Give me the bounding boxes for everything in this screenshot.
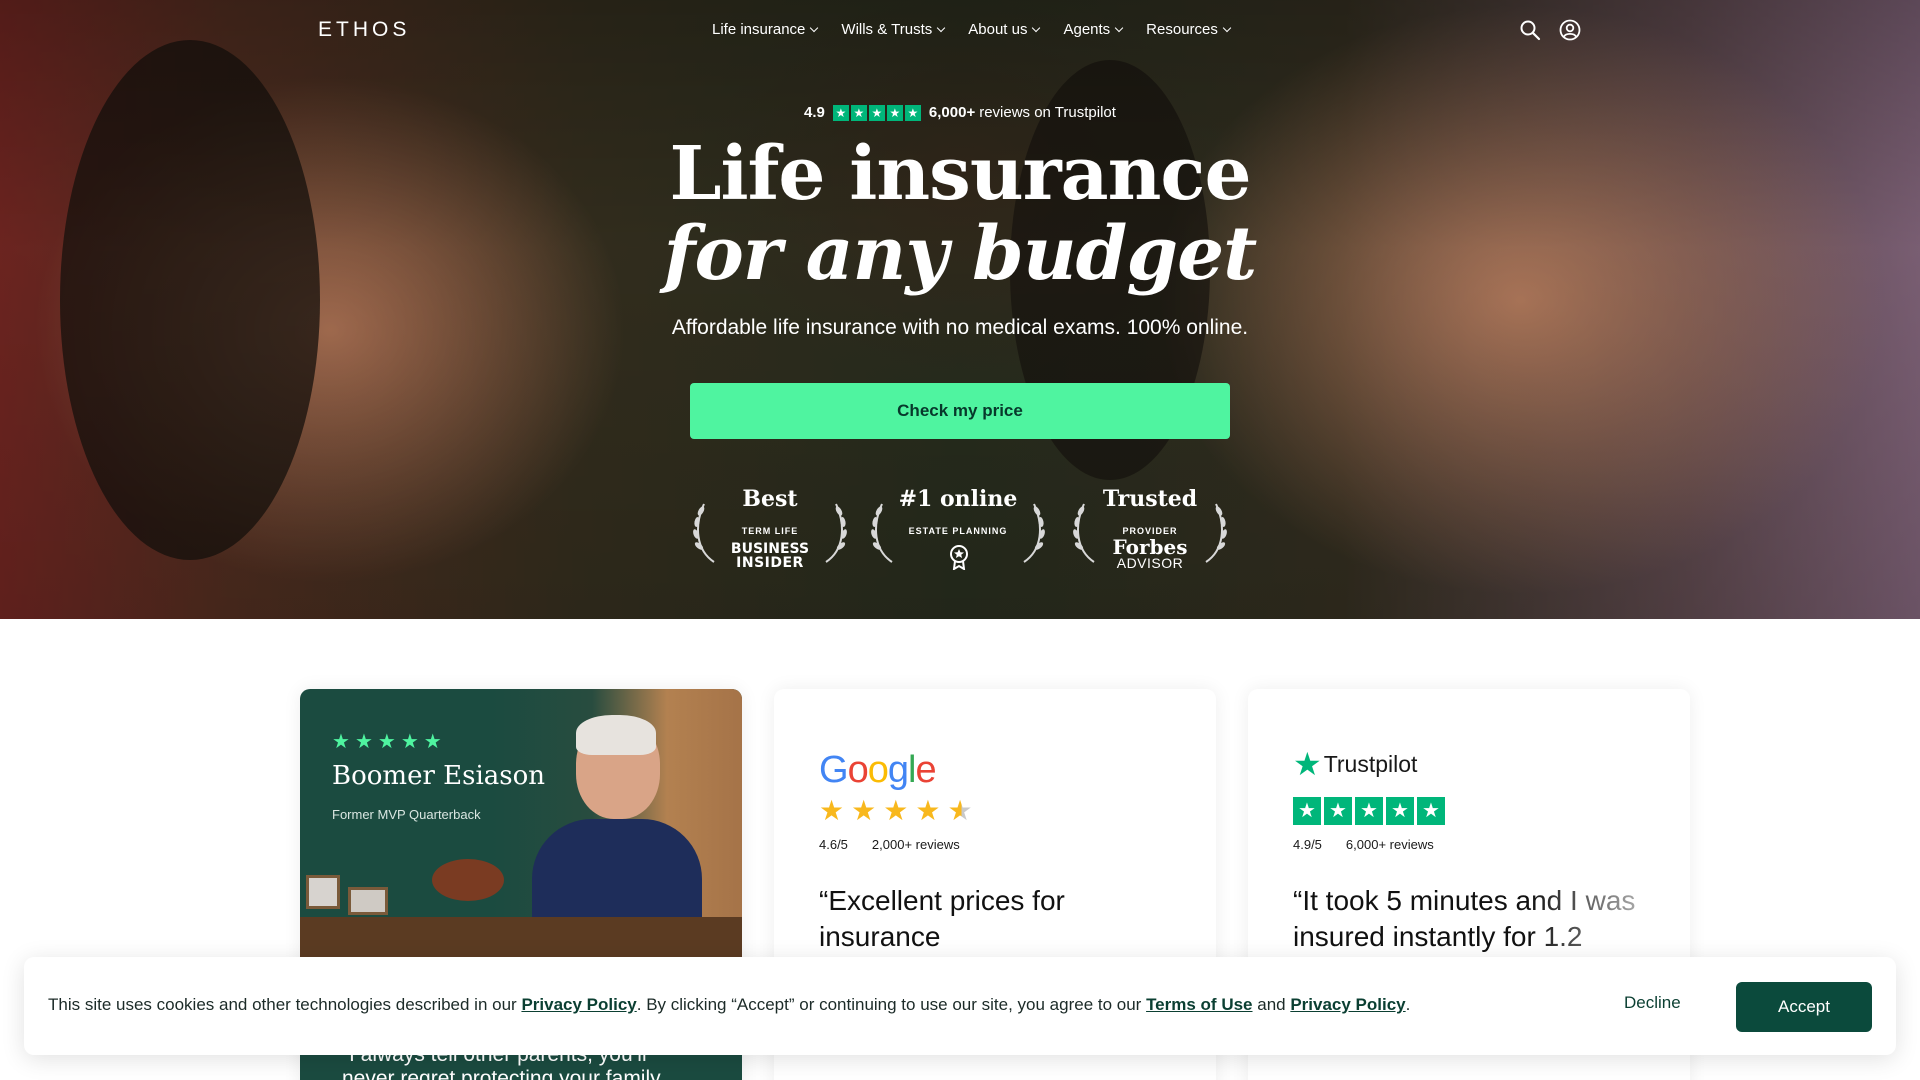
chevron-down-icon — [810, 23, 819, 33]
boomer-rating-stars: ★ ★ ★ ★ ★ — [332, 729, 442, 754]
nav-item-label: Resources — [1146, 21, 1218, 38]
trustpilot-rating-meta: 4.9/5 6,000+ reviews — [1293, 837, 1434, 852]
star-icon: ★ — [1293, 746, 1322, 782]
trustpilot-rating-line: 4.9 ★ ★ ★ ★ ★ 6,000+ reviews on Trustpil… — [0, 104, 1920, 121]
google-rating-stars: ★ ★ ★ ★ ★ — [819, 797, 973, 825]
star-icon: ★ — [832, 104, 849, 121]
check-my-price-button[interactable]: Check my price — [690, 383, 1230, 439]
nav-item-label: Life insurance — [712, 21, 806, 38]
award-estate-planning: #1 online ESTATE PLANNING — [868, 486, 1048, 586]
cookie-text: This site uses cookies and other technol… — [48, 995, 1410, 1015]
award-business-insider: Best TERM LIFE BUSINESS INSIDER — [690, 486, 850, 586]
business-insider-logo: BUSINESS — [730, 541, 810, 557]
star-icon: ★ — [851, 795, 877, 826]
star-icon: ★ — [915, 795, 941, 826]
testimonial-quote: “Excellent prices for insurance — [819, 885, 1065, 952]
ethos-logo[interactable]: ETHOS — [318, 18, 410, 42]
nav-item-resources[interactable]: Resources — [1146, 21, 1232, 38]
star-icon: ★ — [883, 795, 909, 826]
star-icon: ★ — [332, 731, 350, 753]
nav-item-agents[interactable]: Agents — [1063, 21, 1124, 38]
search-icon[interactable] — [1518, 18, 1542, 42]
star-icon: ★ — [354, 731, 373, 753]
award-subtitle: TERM LIFE — [741, 526, 799, 536]
star-icon: ★ — [850, 104, 867, 121]
forbes-advisor-label: ADVISOR — [1116, 555, 1184, 571]
star-icon: ★ — [886, 104, 903, 121]
star-icon: ★ — [904, 104, 921, 121]
star-icon: ★ — [868, 104, 885, 121]
forbes-logo: Forbes — [1112, 535, 1188, 559]
account-icon[interactable] — [1558, 18, 1582, 42]
star-icon: ★ — [423, 731, 442, 753]
star-icon: ★ — [1355, 797, 1383, 825]
nav-item-label: Agents — [1063, 21, 1111, 38]
google-logo: Google — [819, 749, 937, 791]
cookie-text-part: This site uses cookies and other technol… — [48, 995, 522, 1014]
award-badge-icon — [950, 545, 968, 570]
star-icon: ★ — [1386, 797, 1414, 825]
awards-row: Best TERM LIFE BUSINESS INSIDER #1 onlin… — [690, 486, 1230, 586]
headline-line-1: Life insurance — [669, 131, 1251, 217]
trustpilot-logo-text: Trustpilot — [1323, 750, 1418, 777]
cookie-text-part: . — [1405, 995, 1411, 1014]
chevron-down-icon — [1114, 23, 1124, 33]
award-title: Trusted — [1102, 486, 1198, 512]
reviews-text: reviews on Trustpilot — [979, 104, 1116, 121]
star-half-icon: ★ — [947, 795, 973, 826]
trustpilot-rating-stars: ★ ★ ★ ★ ★ — [1293, 797, 1445, 825]
reviews-count: 6,000+ reviews — [1345, 837, 1434, 852]
decline-button[interactable]: Decline — [1624, 993, 1681, 1013]
award-title: Best — [742, 486, 798, 512]
headline-line-2: for any budget — [663, 211, 1258, 297]
privacy-policy-link-2[interactable]: Privacy Policy — [1290, 995, 1405, 1014]
nav-item-wills-trusts[interactable]: Wills & Trusts — [841, 21, 946, 38]
rating-score: 4.6/5 — [819, 837, 848, 852]
chevron-down-icon — [1222, 23, 1232, 33]
rating-score: 4.9 — [804, 104, 825, 121]
award-forbes-advisor: Trusted PROVIDER Forbes ADVISOR — [1070, 486, 1230, 586]
hero-subheadline: Affordable life insurance with no medica… — [671, 316, 1249, 339]
nav-item-life-insurance[interactable]: Life insurance — [712, 21, 819, 38]
reviews-count: 2,000+ reviews — [871, 837, 960, 852]
nav-icons — [1518, 18, 1582, 42]
nav-item-about-us[interactable]: About us — [968, 21, 1041, 38]
google-rating-meta: 4.6/5 2,000+ reviews — [819, 837, 960, 852]
hero-headline: Life insurance for any budget — [0, 134, 1920, 294]
photo-frame — [348, 887, 388, 915]
hero-section: ETHOS Life insurance Wills & Trusts Abou… — [0, 0, 1920, 619]
football — [432, 859, 504, 901]
chevron-down-icon — [1032, 23, 1041, 33]
star-icon: ★ — [377, 731, 396, 753]
cookie-text-part: . By clicking “Accept” or continuing to … — [636, 995, 1147, 1014]
top-nav: ETHOS Life insurance Wills & Trusts Abou… — [0, 0, 1920, 62]
testimonial-name: Boomer Esiason — [332, 761, 546, 791]
trustpilot-stars: ★ ★ ★ ★ ★ — [832, 104, 921, 121]
trustpilot-logo: ★ Trustpilot — [1293, 746, 1418, 782]
terms-of-use-link[interactable]: Terms of Use — [1146, 995, 1252, 1014]
star-icon: ★ — [1293, 797, 1321, 825]
testimonial-role: Former MVP Quarterback — [332, 807, 481, 822]
cookie-text-part: and — [1252, 995, 1291, 1014]
nav-item-label: About us — [968, 21, 1028, 38]
star-icon: ★ — [400, 731, 419, 753]
star-icon: ★ — [1417, 797, 1445, 825]
photo-detail — [576, 715, 656, 755]
reviews-count: 6,000+ — [928, 104, 976, 121]
nav-item-label: Wills & Trusts — [841, 21, 933, 38]
photo-frame — [306, 875, 340, 909]
accept-button[interactable]: Accept — [1736, 982, 1872, 1032]
rating-score: 4.9/5 — [1293, 837, 1322, 852]
star-icon: ★ — [1324, 797, 1352, 825]
business-insider-logo-line2: INSIDER — [736, 555, 804, 571]
chevron-down-icon — [937, 23, 946, 33]
nav-menu: Life insurance Wills & Trusts About us A… — [712, 21, 1232, 38]
photo-detail — [300, 917, 742, 957]
cookie-banner: This site uses cookies and other technol… — [24, 957, 1896, 1055]
privacy-policy-link[interactable]: Privacy Policy — [521, 995, 636, 1014]
award-subtitle: ESTATE PLANNING — [908, 526, 1008, 536]
award-title: #1 online — [898, 486, 1018, 512]
star-icon: ★ — [819, 795, 845, 826]
